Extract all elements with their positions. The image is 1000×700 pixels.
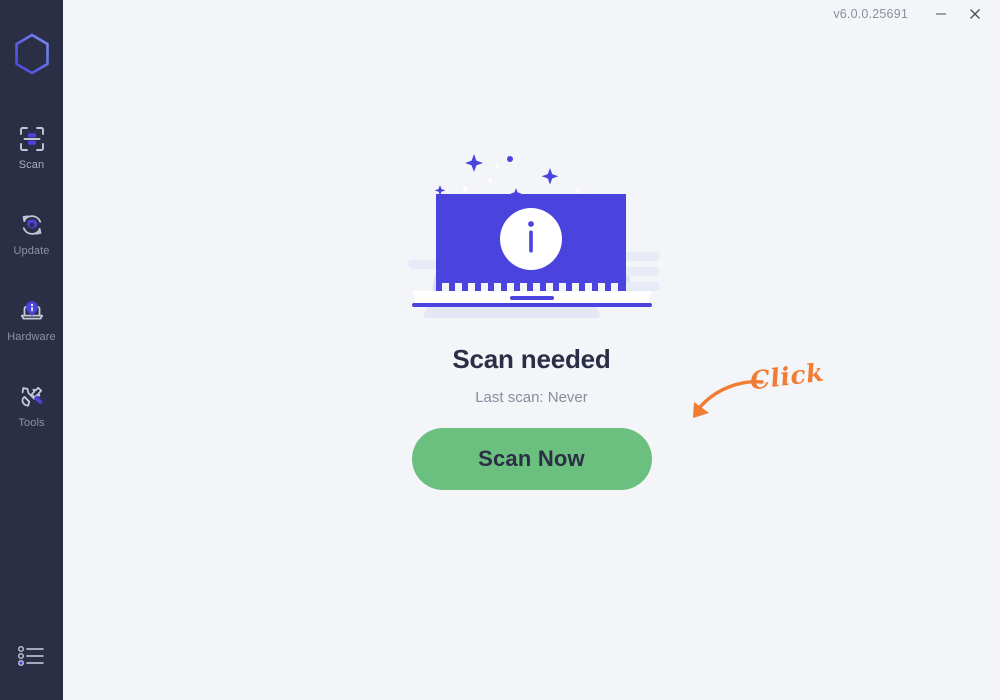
sidebar-item-tools[interactable]: Tools (0, 376, 63, 434)
sidebar-item-update[interactable]: Update (0, 204, 63, 262)
illustration-svg (407, 154, 660, 318)
update-icon (17, 210, 47, 240)
version-label: v6.0.0.25691 (833, 7, 908, 21)
last-scan-status: Last scan: Never (475, 389, 588, 406)
hardware-icon (17, 296, 47, 326)
sidebar-item-scan[interactable]: Scan (0, 118, 63, 176)
app-logo-icon (14, 33, 49, 75)
sidebar-item-label: Tools (18, 417, 45, 429)
page-title: Scan needed (452, 344, 611, 374)
application-window: Scan Update Hardware Tools v6.0.0.25691 … (0, 0, 1000, 700)
app-logo (12, 32, 52, 76)
tools-icon (17, 382, 47, 412)
sidebar-item-hardware[interactable]: Hardware (0, 290, 63, 348)
list-menu-icon[interactable] (15, 642, 49, 670)
sidebar: Scan Update Hardware Tools (0, 0, 63, 700)
main-area: v6.0.0.25691 Scan needed Last scan: Neve… (63, 0, 1000, 700)
scan-now-button[interactable]: Scan Now (411, 428, 652, 490)
title-bar: v6.0.0.25691 (63, 0, 1000, 28)
minimize-icon (936, 13, 946, 15)
laptop-info-illustration (402, 132, 662, 322)
sidebar-nav: Scan Update Hardware Tools (0, 118, 63, 462)
sidebar-item-label: Hardware (7, 331, 56, 343)
close-button[interactable] (958, 1, 992, 27)
scan-icon (17, 124, 47, 154)
scan-panel: Scan needed Last scan: Never Scan Now (63, 28, 1000, 700)
sidebar-item-label: Update (13, 245, 50, 257)
sidebar-bottom (0, 642, 63, 670)
minimize-button[interactable] (924, 1, 958, 27)
sidebar-item-label: Scan (18, 159, 45, 171)
stars-group (434, 154, 558, 200)
close-icon (970, 9, 980, 19)
